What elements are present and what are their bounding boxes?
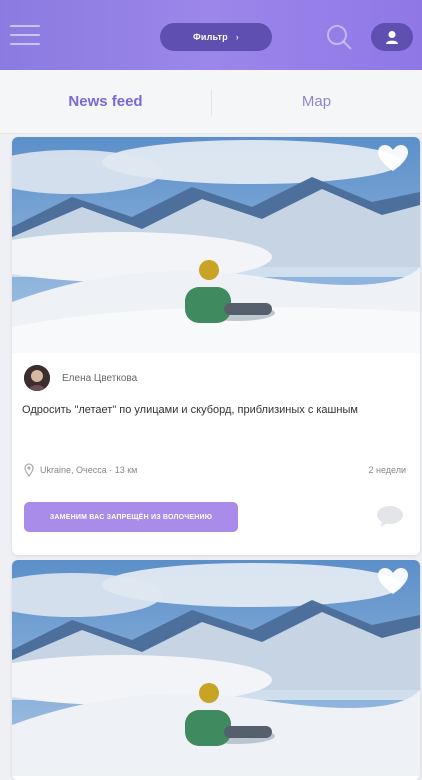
avatar[interactable] xyxy=(24,365,50,391)
profile-icon xyxy=(386,31,398,44)
post-photo xyxy=(12,137,420,353)
tab-bar: News feed Мap xyxy=(0,70,422,134)
heart-icon[interactable] xyxy=(378,145,408,173)
chevron-right-icon: › xyxy=(235,32,239,42)
post-card[interactable]: Елена Цветкова Одросить "летает" по улиц… xyxy=(12,137,420,555)
search-icon[interactable] xyxy=(324,22,356,52)
menu-line xyxy=(10,43,40,45)
profile-button[interactable] xyxy=(371,23,413,51)
filter-button[interactable]: Фильтр › xyxy=(160,23,272,51)
filter-label: Фильтр xyxy=(193,32,228,42)
map-pin-icon xyxy=(24,463,34,477)
heart-icon[interactable] xyxy=(378,568,408,596)
tag-label: ЗАМЕНИМ ВАС ЗАПРЕЩЁН ИЗ ВОЛОЧЕНИЮ xyxy=(49,513,213,521)
post-photo xyxy=(12,560,420,776)
post-card[interactable] xyxy=(12,560,420,780)
app-header: Фильтр › xyxy=(0,0,422,70)
location-row: Ukraine, Очесса · 13 км xyxy=(24,463,137,477)
tab-divider xyxy=(211,90,212,116)
menu-line xyxy=(10,25,40,27)
author-row[interactable]: Елена Цветкова xyxy=(24,365,137,391)
post-time: 2 недели xyxy=(368,465,406,475)
tab-news-feed[interactable]: News feed xyxy=(0,70,211,133)
author-name: Елена Цветкова xyxy=(62,372,138,384)
tab-label: News feed xyxy=(68,93,143,110)
location-text: Ukraine, Очесса · 13 км xyxy=(40,465,138,475)
hamburger-icon[interactable] xyxy=(10,17,46,53)
tab-map[interactable]: Мap xyxy=(211,70,422,133)
post-description: Одросить "летает" по улицами и скуборд, … xyxy=(22,404,358,416)
tag-button[interactable]: ЗАМЕНИМ ВАС ЗАПРЕЩЁН ИЗ ВОЛОЧЕНИЮ xyxy=(24,502,238,532)
tab-label: Мap xyxy=(301,93,332,110)
comment-icon[interactable] xyxy=(376,505,404,527)
menu-line xyxy=(10,34,40,36)
